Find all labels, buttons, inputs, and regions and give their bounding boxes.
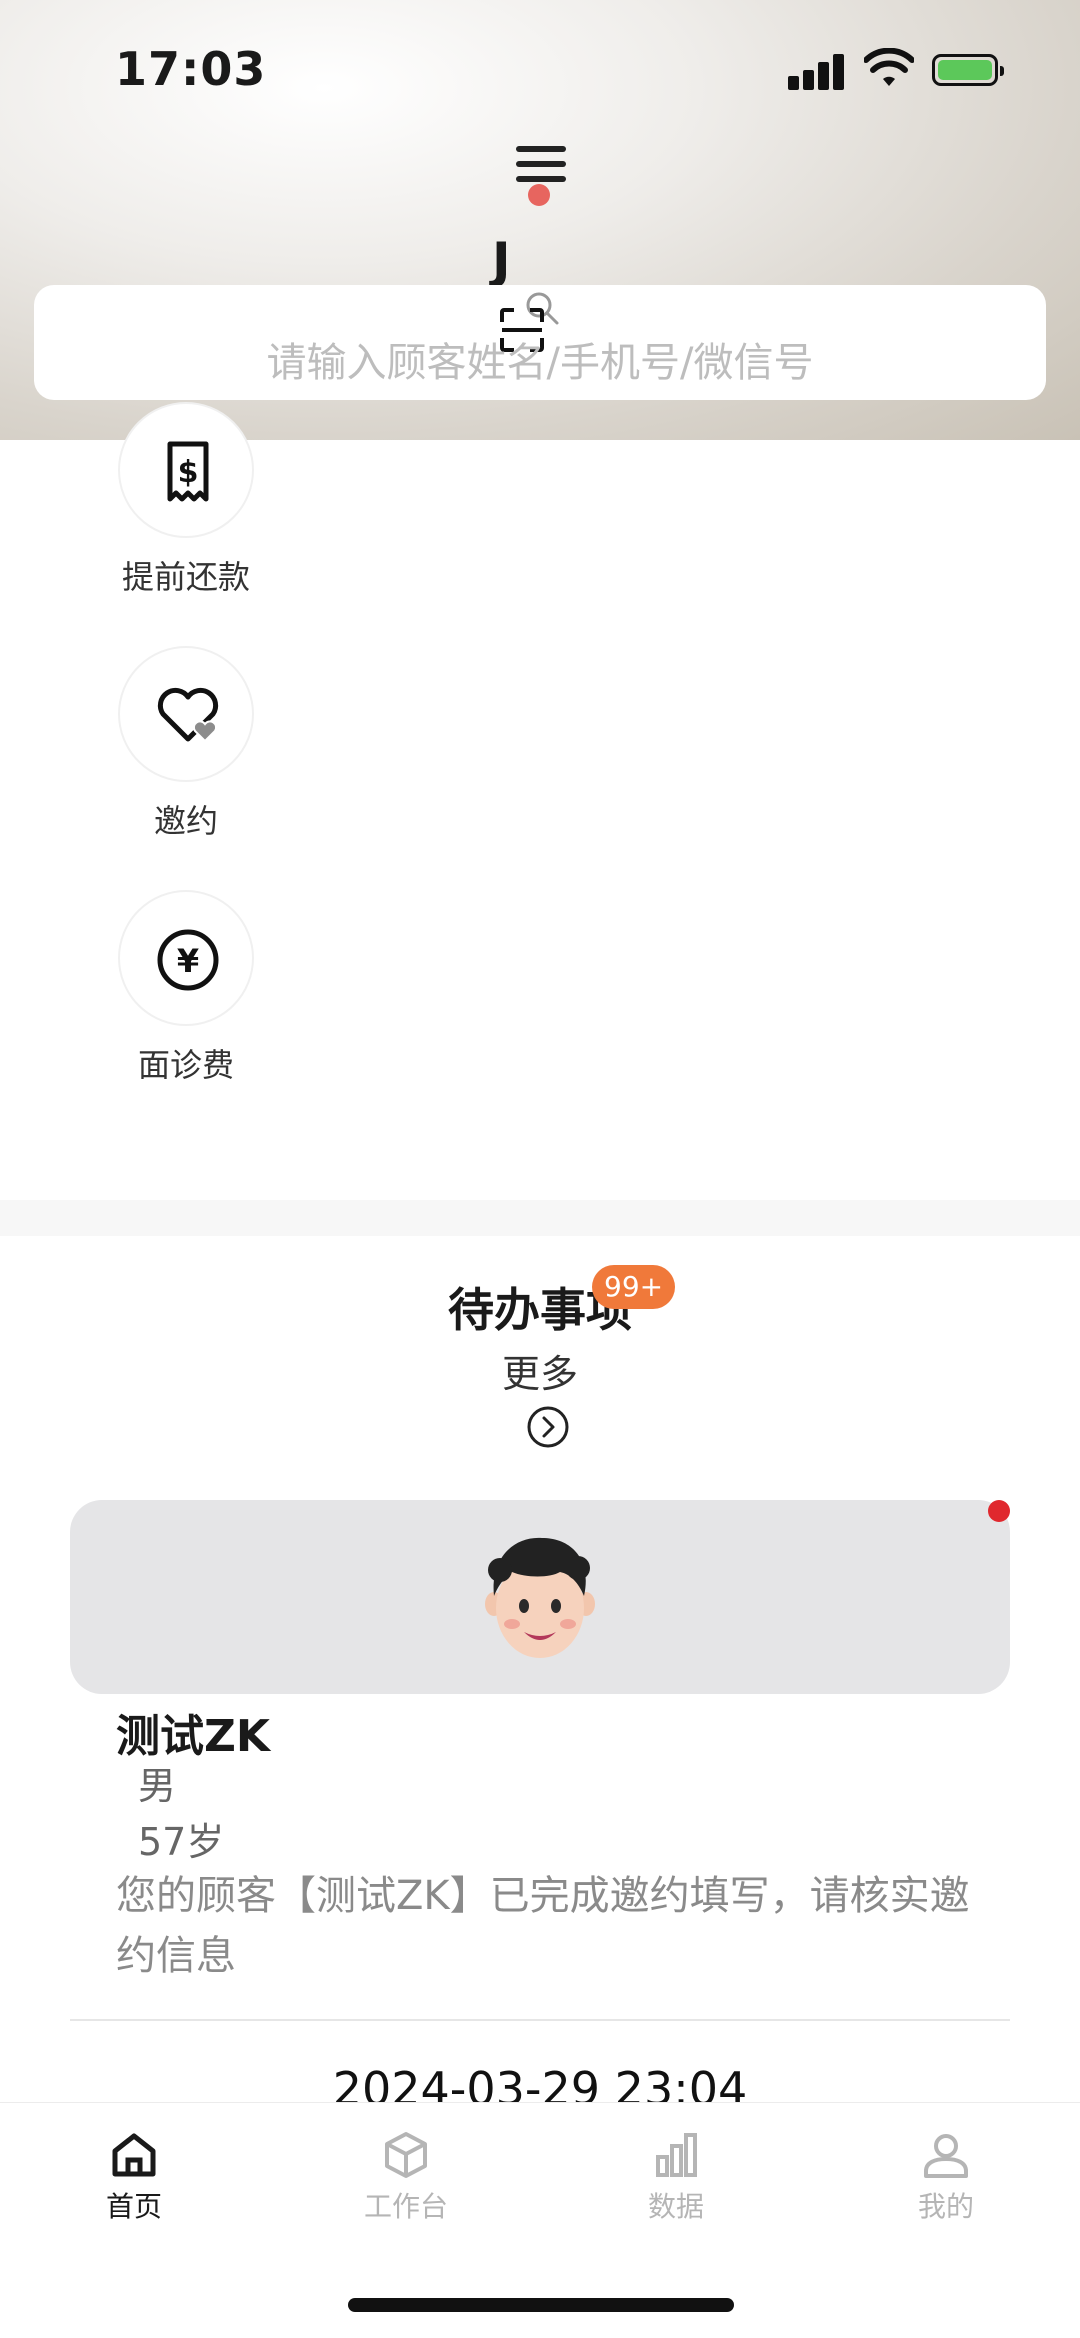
todo-count-badge: 99+ [592, 1265, 676, 1309]
quick-action-invite[interactable]: 邀约 [116, 646, 256, 842]
customer-gender: 男 [138, 1764, 177, 1808]
customer-message: 您的顾客【测试ZK】已完成邀约填写，请核实邀约信息 [116, 1873, 970, 1979]
divider [70, 2019, 1010, 2021]
tab-label: 首页 [105, 2190, 162, 2223]
tab-home[interactable]: 首页 [64, 2129, 204, 2225]
chevron-right-circle-icon[interactable] [526, 1405, 570, 1449]
tab-mine[interactable]: 我的 [876, 2129, 1016, 2225]
battery-icon [932, 54, 1004, 86]
customer-age: 57岁 [138, 1820, 225, 1864]
tab-label: 工作台 [363, 2190, 448, 2223]
quick-action-label: 提前还款 [121, 558, 250, 596]
person-icon [924, 2134, 968, 2178]
status-time: 17:03 [115, 42, 267, 96]
receipt-dollar-icon: $ [118, 402, 254, 538]
section-divider [0, 1200, 1080, 1236]
home-icon [112, 2133, 156, 2177]
tab-data[interactable]: 数据 [606, 2129, 746, 2225]
yen-coin-icon: ¥ [118, 890, 254, 1026]
bar-chart-icon [656, 2133, 697, 2177]
quick-action-consultation-fee[interactable]: ¥ 面诊费 [116, 890, 256, 1086]
more-link[interactable]: 更多 [0, 1343, 1080, 1398]
notification-dot [528, 184, 550, 206]
tab-workbench[interactable]: 工作台 [336, 2129, 476, 2225]
heart-icon [118, 646, 254, 782]
quick-action-early-repayment[interactable]: $ 提前还款 [116, 402, 256, 598]
status-bar: 17:03 [0, 0, 1080, 140]
tab-label: 数据 [647, 2190, 704, 2223]
home-indicator [348, 2298, 734, 2312]
todo-title: 待办事项 [448, 1283, 632, 1337]
wifi-icon [864, 48, 914, 86]
unread-dot [988, 1500, 1010, 1522]
quick-action-label: 邀约 [153, 802, 218, 840]
store-initial[interactable]: J [492, 232, 511, 290]
svg-text:$: $ [178, 455, 199, 490]
cellular-signal-icon [788, 52, 848, 90]
quick-action-label: 面诊费 [137, 1046, 234, 1084]
hamburger-menu-icon[interactable] [512, 144, 570, 186]
search-placeholder: 请输入顾客姓名/手机号/微信号 [266, 340, 814, 386]
cube-icon [385, 2132, 427, 2178]
tab-label: 我的 [917, 2190, 974, 2223]
svg-text:¥: ¥ [177, 942, 199, 980]
avatar [485, 1537, 595, 1658]
